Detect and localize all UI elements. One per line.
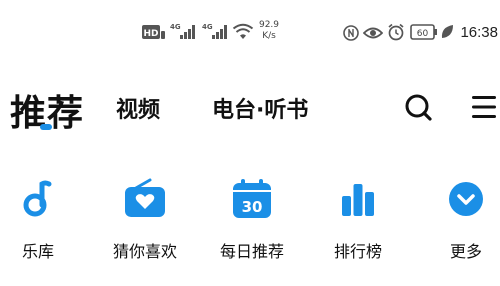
radio-heart-icon bbox=[125, 178, 165, 217]
clock-time: 16:38 bbox=[460, 24, 498, 41]
shortcut-label: 排行榜 bbox=[333, 242, 382, 261]
network-speed: 92.9 K/s bbox=[256, 20, 282, 42]
tab-video[interactable]: 视频 bbox=[116, 92, 160, 124]
shortcut-label: 乐库 bbox=[21, 242, 54, 261]
leaf-icon bbox=[441, 25, 453, 38]
status-bar: HD 4G 4G 92.9 K/s 60 16:38 bbox=[0, 0, 500, 60]
shortcut-more[interactable]: 更多 bbox=[421, 176, 500, 262]
search-icon[interactable] bbox=[403, 92, 433, 122]
sim1-label: 4G bbox=[170, 23, 181, 31]
sim2-label: 4G bbox=[202, 23, 213, 31]
more-chevron-icon bbox=[449, 182, 483, 216]
shortcut-charts[interactable]: 排行榜 bbox=[313, 176, 403, 262]
calendar-day: 30 bbox=[242, 198, 263, 216]
ranking-bars-icon bbox=[342, 184, 374, 216]
shortcut-label: 猜你喜欢 bbox=[112, 242, 177, 261]
music-note-icon bbox=[23, 180, 52, 217]
shortcut-label: 每日推荐 bbox=[219, 242, 284, 261]
hd-label: HD bbox=[143, 29, 158, 39]
tab-radio-audiobook[interactable]: 电台·听书 bbox=[212, 92, 308, 124]
wifi-icon bbox=[232, 23, 254, 39]
shortcut-guess-you-like[interactable]: 猜你喜欢 bbox=[100, 176, 190, 262]
active-tab-indicator bbox=[40, 124, 52, 130]
network-speed-value: 92.9 bbox=[258, 20, 280, 30]
eye-icon bbox=[363, 27, 383, 39]
nfc-icon bbox=[343, 25, 359, 41]
shortcut-daily-recommend[interactable]: 30 每日推荐 bbox=[207, 176, 297, 262]
menu-icon[interactable] bbox=[472, 94, 496, 120]
shortcut-music-library[interactable]: 乐库 bbox=[0, 176, 83, 262]
alarm-icon bbox=[388, 23, 404, 41]
battery-level: 60 bbox=[417, 29, 429, 39]
battery-icon: 60 bbox=[410, 24, 437, 40]
signal-4g-icon: 4G bbox=[170, 23, 195, 39]
signal-4g-icon: 4G bbox=[202, 23, 227, 39]
calendar-icon: 30 bbox=[233, 179, 271, 218]
network-speed-unit: K/s bbox=[262, 31, 276, 41]
hd-icon: HD bbox=[142, 25, 165, 39]
shortcut-label: 更多 bbox=[449, 242, 482, 261]
